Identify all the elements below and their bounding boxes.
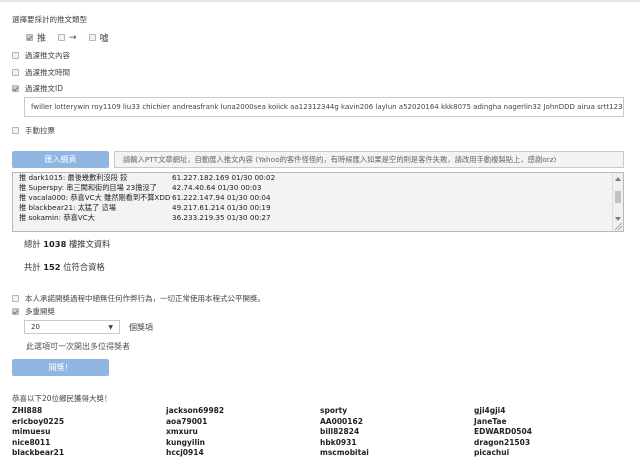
winner-name: mimuesu: [12, 427, 51, 436]
winner-name: nice8011: [12, 437, 51, 447]
push-type-heading: 選擇要採計的推文類型: [12, 15, 87, 24]
filter-content-row: 過濾推文內容: [12, 50, 70, 61]
push-line-text: 推 blackbear21: 太猛了 這場: [19, 203, 116, 212]
winner-name: JaneTae: [474, 416, 507, 426]
scroll-thumb[interactable]: [615, 191, 621, 203]
scroll-up-icon[interactable]: [615, 177, 621, 181]
filter-id-row: 過濾推文ID: [12, 83, 63, 94]
winner-name: dragon21503: [474, 437, 531, 447]
prize-count-select[interactable]: 20 ▼: [24, 320, 120, 334]
winner-name: blackbear21: [12, 448, 65, 457]
chevron-down-icon: ▼: [108, 323, 113, 331]
resize-grip-icon[interactable]: [615, 223, 622, 230]
push-line: 推 vacala000: 恭喜VC大 雖然剛看到不算XDD 61.222.147…: [13, 193, 623, 203]
url-input[interactable]: 請輸入PTT文章網址，自動匯入推文內容 (Yahoo的客件怪怪的，有時候匯入如果…: [114, 151, 624, 168]
filter-time-label: 過濾推文時間: [25, 68, 70, 77]
url-placeholder: 請輸入PTT文章網址，自動匯入推文內容 (Yahoo的客件怪怪的，有時候匯入如果…: [123, 154, 557, 164]
multi-hint: 此選項可一次開出多位得獎者: [26, 342, 130, 351]
push-type-label-push: 推: [37, 34, 47, 44]
winner-name: sporty: [320, 406, 348, 415]
top-divider: [0, 0, 640, 2]
push-type-checkbox-arrow[interactable]: [58, 34, 66, 41]
total-prefix: 總計: [24, 239, 41, 249]
winner-name: mscmobitai: [320, 448, 369, 457]
prize-count-value: 20: [31, 323, 40, 331]
winner-name: EDWARD0504: [474, 427, 532, 436]
winner-name: aoa79001: [166, 416, 208, 426]
push-line-meta: 36.233.219.35 01/30 00:27: [172, 213, 271, 222]
winner-name: hbk0931: [320, 437, 357, 447]
filter-id-value: fwiller lotterywin roy1109 liu33 chichie…: [31, 103, 624, 111]
push-line-meta: 42.74.40.64 01/30 00:03: [172, 183, 262, 192]
winners-heading: 恭喜以下20位鄉民獲得大獎！: [12, 394, 112, 403]
push-line: 推 Superspy: 串三闖和街的目場 23擔沒了 42.74.40.64 0…: [13, 183, 623, 193]
winner-name: AA000162: [320, 416, 363, 426]
multi-label: 多重開獎: [25, 307, 55, 316]
push-line-text: 推 dark1015: 最後幾數利沒段 鉸: [19, 173, 128, 182]
qualified-count: 152: [43, 262, 61, 272]
winner-name: picachui: [474, 448, 510, 457]
push-line-text: 推 Superspy: 串三闖和街的目場 23擔沒了: [19, 183, 157, 192]
filter-id-label: 過濾推文ID: [25, 84, 63, 93]
filter-content-label: 過濾推文內容: [25, 51, 70, 60]
push-type-label-boo: 噓: [99, 34, 109, 44]
winner-name: ZHI888: [12, 406, 43, 415]
push-line-text: 推 sokamin: 恭喜VC大: [19, 213, 95, 222]
winner-name: bill82824: [320, 427, 360, 436]
filter-id-checkbox[interactable]: [12, 85, 19, 92]
qualified-stat: 共計 152 位符合資格: [24, 261, 105, 273]
push-line-meta: 49.217.61.214 01/30 00:19: [172, 203, 271, 212]
filter-time-checkbox[interactable]: [12, 69, 19, 76]
multi-row: 多重開獎: [12, 306, 55, 317]
total-count: 1038: [43, 239, 67, 249]
push-line: 推 dark1015: 最後幾數利沒段 鉸 61.227.182.169 01/…: [13, 173, 623, 183]
total-suffix: 樓推文資料: [68, 239, 111, 249]
total-stat: 總計 1038 樓推文資料: [24, 238, 110, 250]
winner-name: kungyilin: [166, 437, 205, 447]
qualified-suffix: 位符合資格: [63, 262, 105, 272]
winner-name: jackson69982: [166, 406, 225, 415]
draw-button[interactable]: 開獎！: [12, 359, 109, 376]
manual-row: 手動拉票: [12, 125, 55, 136]
filter-id-input[interactable]: fwiller lotterywin roy1109 liu33 chichie…: [24, 97, 624, 117]
push-textarea[interactable]: 推 dark1015: 最後幾數利沒段 鉸 61.227.182.169 01/…: [12, 172, 624, 232]
winner-name: hccj0914: [166, 448, 204, 457]
filter-content-checkbox[interactable]: [12, 52, 19, 59]
push-line: 推 sokamin: 恭喜VC大 36.233.219.35 01/30 00:…: [13, 213, 623, 223]
winner-name: ericboy0225: [12, 416, 65, 426]
push-type-checkbox-boo[interactable]: [88, 34, 96, 41]
push-line-meta: 61.222.147.94 01/30 00:04: [172, 193, 271, 202]
winner-name: xmxuru: [166, 427, 198, 436]
fair-label: 本人承諾開獎過程中絕無任何作弊行為，一切正常使用本程式公平開獎。: [25, 294, 265, 303]
push-line-text: 推 vacala000: 恭喜VC大 雖然剛看到不算XDD: [19, 193, 171, 202]
push-type-checkbox-push[interactable]: [26, 34, 33, 41]
push-line-meta: 61.227.182.169 01/30 00:02: [172, 173, 276, 182]
push-type-label-arrow: →: [69, 32, 77, 43]
fair-row: 本人承諾開獎過程中絕無任何作弊行為，一切正常使用本程式公平開獎。: [12, 293, 265, 304]
import-button[interactable]: 匯入網頁: [12, 151, 109, 168]
filter-time-row: 過濾推文時間: [12, 67, 70, 78]
manual-label: 手動拉票: [25, 126, 55, 135]
manual-checkbox[interactable]: [12, 127, 19, 134]
multi-checkbox[interactable]: [12, 308, 19, 315]
winner-name: gji4gji4: [474, 406, 506, 415]
push-type-options: 推 → 噓: [26, 31, 109, 44]
qualified-prefix: 共計: [24, 262, 41, 272]
fair-checkbox[interactable]: [12, 295, 19, 302]
scroll-down-icon[interactable]: [615, 217, 621, 221]
push-line: 推 blackbear21: 太猛了 這場 49.217.61.214 01/3…: [13, 203, 623, 213]
winners-list: ZHI888 jackson69982 sporty gji4gji4 eric…: [12, 406, 628, 459]
prize-count-suffix: 個獎項: [129, 323, 153, 332]
